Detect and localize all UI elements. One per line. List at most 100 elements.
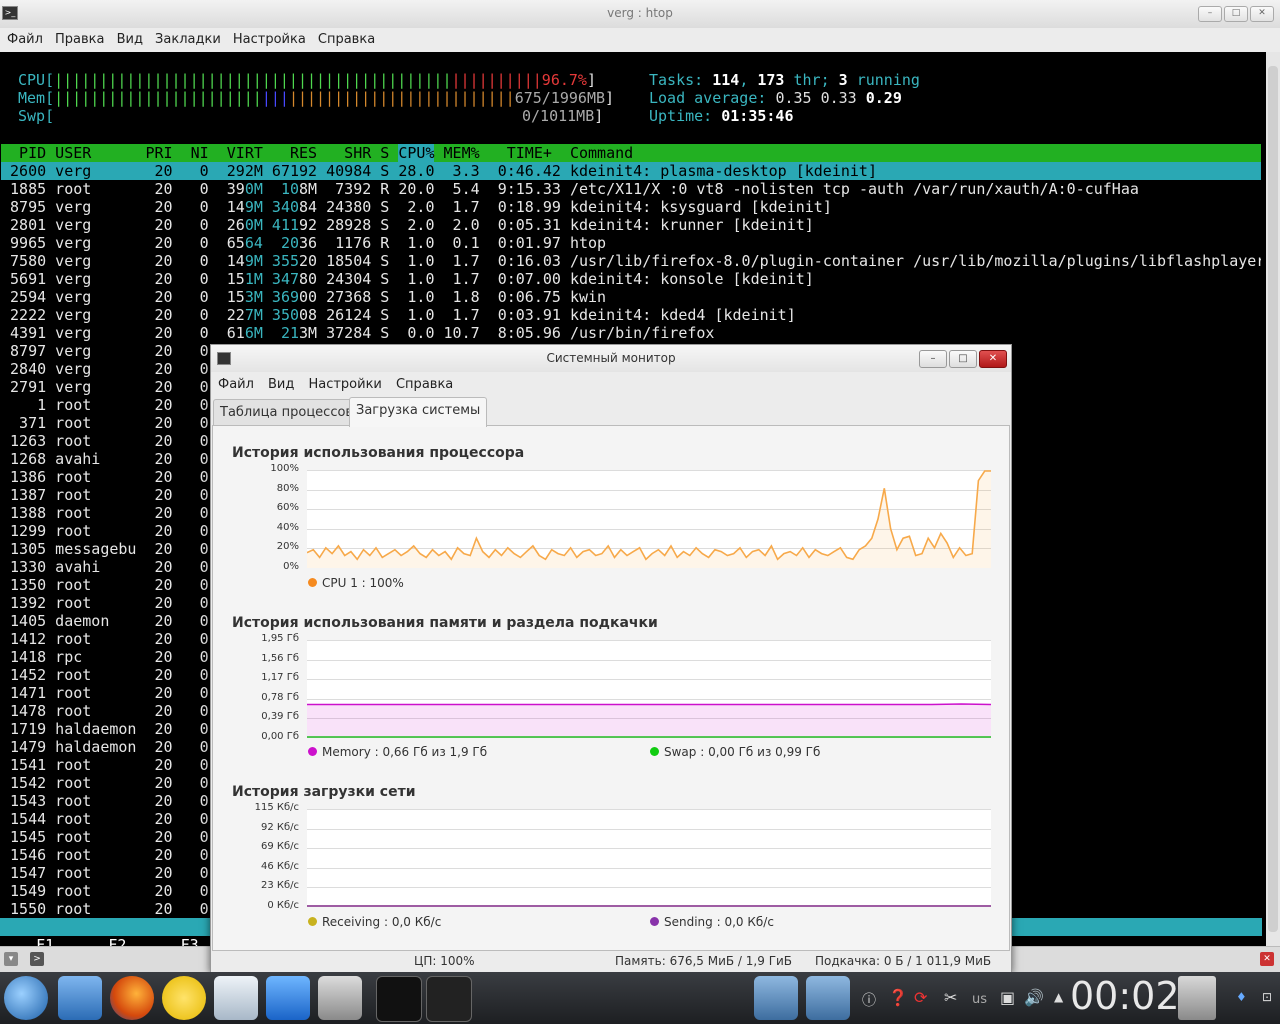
tab-system-load[interactable]: Загрузка системы: [349, 397, 488, 427]
menu-file[interactable]: Файл: [0, 28, 43, 47]
y-tick-label: 100%: [270, 463, 299, 474]
sysmon-minimize-button[interactable]: –: [919, 350, 947, 368]
tab-process-table[interactable]: Таблица процессов: [213, 399, 361, 426]
keyboard-layout[interactable]: us: [972, 992, 987, 1007]
info-icon[interactable]: ⓘ: [862, 990, 876, 1010]
process-table-header[interactable]: PID USER PRI NI VIRT RES SHR S CPU% MEM%…: [1, 144, 1261, 162]
sysmon-title: Системный монитор: [546, 351, 676, 365]
new-tab-icon[interactable]: ▾: [4, 952, 18, 966]
update-icon[interactable]: ❓: [888, 988, 908, 1007]
sysmon-task-icon[interactable]: [426, 976, 472, 1022]
sysmon-tabs: Таблица процессов Загрузка системы: [211, 397, 1011, 427]
process-row[interactable]: 9965 verg 20 0 6564 2036 1176 R 1.0 0.1 …: [1, 234, 1261, 252]
firefox-icon[interactable]: [110, 976, 154, 1020]
cpu-legend-swatch: [308, 578, 317, 587]
taskbar: ⓘ ❓ ⟳ ✂ us ▣ 🔊 ▲ 00:02 ♦ ⊡: [0, 972, 1280, 1024]
tray-expand-icon[interactable]: ▲: [1054, 990, 1063, 1004]
swap-legend: Swap : 0,00 Гб из 0,99 Гб: [650, 745, 820, 759]
status-cpu: ЦП: 100%: [414, 954, 475, 968]
net-chart-title: История загрузки сети: [232, 784, 416, 800]
process-row[interactable]: 7580 verg 20 0 149M 35520 18504 S 1.0 1.…: [1, 252, 1261, 270]
y-tick-label: 92 Кб/с: [260, 821, 299, 833]
clock[interactable]: 00:02: [1070, 974, 1180, 1018]
menu-settings[interactable]: Настройка: [226, 28, 306, 47]
mem-legend: Memory : 0,66 Гб из 1,9 Гб: [308, 745, 487, 759]
system-monitor-window: Системный монитор – □ ✕ Файл Вид Настрой…: [210, 344, 1012, 974]
menu-bookmarks[interactable]: Закладки: [148, 28, 221, 47]
sysmon-maximize-button[interactable]: □: [949, 350, 977, 368]
recv-legend-swatch: [308, 917, 317, 926]
y-tick-label: 0,00 Гб: [261, 731, 299, 742]
y-tick-label: 0 Кб/с: [267, 900, 299, 911]
close-button[interactable]: ✕: [1250, 6, 1274, 22]
folder-view-2-icon[interactable]: [806, 976, 850, 1020]
window-titlebar: >_ verg : htop – □ ✕: [0, 0, 1280, 29]
terminal-tab-icon[interactable]: >: [30, 952, 44, 966]
y-tick-label: 80%: [276, 482, 299, 494]
process-row[interactable]: 2222 verg 20 0 227M 35008 26124 S 1.0 1.…: [1, 306, 1261, 324]
y-tick-label: 1,17 Гб: [261, 672, 299, 684]
load-line: Load average: 0.35 0.33 0.29: [649, 89, 902, 107]
sysmon-menu-help[interactable]: Справка: [389, 374, 455, 392]
minimize-button[interactable]: –: [1198, 6, 1222, 22]
y-tick-label: 23 Кб/с: [260, 880, 299, 892]
volume-icon[interactable]: 🔊: [1024, 988, 1044, 1007]
kickoff-menu-icon[interactable]: [4, 976, 48, 1020]
sysmon-menu-settings[interactable]: Настройки: [301, 374, 383, 392]
menubar: Файл Правка Вид Закладки Настройка Справ…: [0, 28, 1280, 52]
cpu-chart-title: История использования процессора: [232, 445, 525, 461]
chat-icon[interactable]: [162, 976, 206, 1020]
desktop-toolbox-icon[interactable]: ⊡: [1262, 990, 1272, 1004]
sysmon-titlebar: Системный монитор – □ ✕: [211, 345, 1011, 372]
tasks-line: Tasks: 114, 173 thr; 3 running: [649, 71, 920, 89]
sysmon-menu-file[interactable]: Файл: [211, 374, 256, 392]
sysmon-statusbar: ЦП: 100% Память: 676,5 МиБ / 1,9 ГиБ Под…: [211, 949, 1011, 973]
file-manager-icon[interactable]: [58, 976, 102, 1020]
status-swap: Подкачка: 0 Б / 1 011,9 МиБ: [815, 954, 992, 968]
process-row[interactable]: 2594 verg 20 0 153M 36900 27368 S 1.0 1.…: [1, 288, 1261, 306]
network-history-chart: [307, 809, 991, 907]
sysmon-menubar: Файл Вид Настройки Справка: [211, 373, 1011, 395]
media-player-icon[interactable]: [266, 976, 310, 1020]
activity-icon[interactable]: ♦: [1236, 990, 1247, 1004]
status-memory: Память: 676,5 МиБ / 1,9 ГиБ: [615, 954, 793, 968]
mem-legend-swatch: [308, 747, 317, 756]
series-line: [307, 703, 991, 706]
y-tick-label: 40%: [276, 521, 299, 533]
menu-view[interactable]: Вид: [110, 28, 143, 47]
process-row[interactable]: 2801 verg 20 0 260M 41192 28928 S 2.0 2.…: [1, 216, 1261, 234]
sysmon-menu-view[interactable]: Вид: [261, 374, 296, 392]
menu-edit[interactable]: Правка: [48, 28, 104, 47]
mail-icon[interactable]: [214, 976, 258, 1020]
window-title: verg : htop: [607, 6, 673, 20]
cpu-legend: CPU 1 : 100%: [308, 576, 404, 590]
process-row[interactable]: 1885 root 20 0 390M 108M 7392 R 20.0 5.4…: [1, 180, 1261, 198]
mem-chart-title: История использования памяти и раздела п…: [232, 615, 658, 631]
process-row[interactable]: 2600 verg 20 0 292M 67192 40984 S 28.0 3…: [1, 162, 1261, 180]
y-tick-label: 0%: [283, 561, 299, 572]
scissors-icon[interactable]: ✂: [944, 988, 957, 1007]
send-legend: Sending : 0,0 Кб/с: [650, 915, 774, 929]
y-tick-label: 69 Кб/с: [260, 841, 299, 853]
process-row[interactable]: 5691 verg 20 0 151M 34780 24304 S 1.0 1.…: [1, 270, 1261, 288]
close-tab-icon[interactable]: ✕: [1260, 952, 1274, 966]
menu-help[interactable]: Справка: [311, 28, 375, 47]
process-row[interactable]: 8795 verg 20 0 149M 34084 24380 S 2.0 1.…: [1, 198, 1261, 216]
y-tick-label: 1,95 Гб: [261, 633, 299, 644]
trash-icon[interactable]: [1178, 976, 1216, 1020]
folder-view-icon[interactable]: [754, 976, 798, 1020]
konsole-task-icon[interactable]: [376, 976, 422, 1022]
sysmon-close-button[interactable]: ✕: [979, 350, 1007, 368]
y-tick-label: 115 Кб/с: [254, 802, 299, 813]
recv-legend: Receiving : 0,0 Кб/с: [308, 915, 441, 929]
maximize-button[interactable]: □: [1224, 6, 1248, 22]
sync-icon[interactable]: ⟳: [914, 988, 927, 1007]
send-legend-swatch: [650, 917, 659, 926]
y-tick-label: 46 Кб/с: [260, 860, 299, 872]
vertical-scrollbar[interactable]: [1266, 52, 1280, 946]
settings-icon[interactable]: [318, 976, 362, 1020]
y-tick-label: 1,56 Гб: [261, 652, 299, 664]
network-icon[interactable]: ▣: [1000, 988, 1015, 1007]
process-row[interactable]: 4391 verg 20 0 616M 213M 37284 S 0.0 10.…: [1, 324, 1261, 342]
series-area: [307, 704, 991, 738]
